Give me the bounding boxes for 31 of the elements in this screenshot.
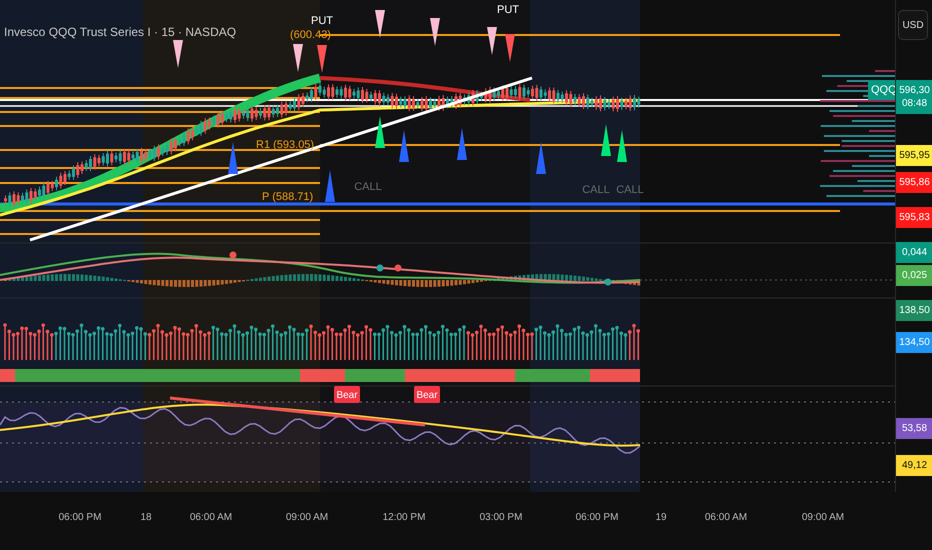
time-label: 06:00 PM	[58, 512, 102, 523]
time-label: 12:00 PM	[382, 512, 426, 523]
price-tag: 49,12	[896, 455, 932, 476]
time-label: 06:00 AM	[190, 512, 232, 523]
price-tag: 595,83	[896, 207, 932, 228]
price-tag: 0,044	[896, 242, 932, 263]
time-label: 06:00 AM	[704, 512, 748, 523]
price-tag: 595,86	[896, 172, 932, 193]
price-tag: 138,50	[896, 300, 932, 321]
price-tag: 53,58	[896, 418, 932, 439]
time-label: 09:00 AM	[286, 512, 328, 523]
pivot-label: P (588.71)	[262, 191, 314, 203]
time-label: 18	[140, 512, 152, 523]
call-signal-label: CALL	[582, 184, 610, 196]
currency-button[interactable]: USD	[898, 10, 928, 40]
put-signal-label: PUT	[497, 4, 519, 16]
call-signal-label: CALL	[616, 184, 644, 196]
bear-label: Bear	[334, 386, 360, 403]
price-tag: 0,025	[896, 265, 932, 286]
price-tag: 134,50	[896, 332, 932, 353]
call-signal-label: CALL	[354, 181, 382, 193]
time-label: 19	[655, 512, 667, 523]
bear-label: Bear	[414, 386, 440, 403]
time-label: 03:00 PM	[480, 512, 522, 523]
put-signal-label: PUT	[311, 15, 333, 27]
time-label: 06:00 PM	[576, 512, 618, 523]
price-tag: 595,95	[896, 145, 932, 166]
price-tag: 596,30 08:48	[896, 80, 932, 114]
time-label: 09:00 AM	[802, 512, 844, 523]
pivot-label: R1 (593.05)	[256, 139, 314, 151]
chart-title: Invesco QQQ Trust Series I · 15 · NASDAQ	[4, 25, 236, 39]
